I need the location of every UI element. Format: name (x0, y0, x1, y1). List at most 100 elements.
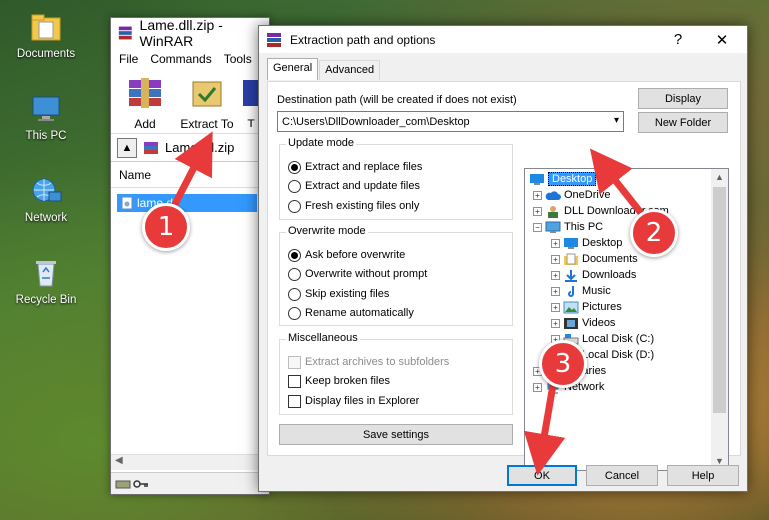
expand-icon[interactable]: + (551, 238, 560, 248)
column-name-label: Name (119, 167, 152, 182)
dll-file-icon (121, 196, 133, 210)
computer-icon (545, 221, 561, 233)
checkbox-disabled (288, 355, 301, 369)
expand-icon[interactable]: + (551, 254, 560, 264)
option-ask-before[interactable]: Ask before overwrite (288, 247, 405, 263)
expand-icon[interactable]: + (533, 382, 542, 392)
tree-node-onedrive[interactable]: + OneDrive (533, 187, 610, 203)
file-row[interactable]: lame.dll (117, 194, 257, 212)
radio-button-selected[interactable] (288, 160, 301, 174)
collapse-icon[interactable]: − (533, 222, 542, 232)
callout-badge-2: 2 (630, 209, 678, 257)
tree-node-label: Local Disk (C:) (582, 333, 655, 345)
extract-icon (192, 81, 222, 107)
tree-vertical-scrollbar[interactable]: ▲ ▼ (711, 169, 728, 470)
radio-button[interactable] (288, 287, 301, 301)
scroll-thumb[interactable] (713, 187, 726, 413)
option-overwrite-without[interactable]: Overwrite without prompt (288, 266, 427, 282)
tab-advanced[interactable]: Advanced (319, 60, 381, 80)
tree-node-pc-desktop[interactable]: + Desktop (551, 235, 622, 251)
tree-node-label: Pictures (582, 301, 622, 313)
option-extract-subfolders: Extract archives to subfolders (288, 354, 449, 370)
horizontal-scrollbar[interactable]: ◀ (111, 454, 269, 470)
menu-commands[interactable]: Commands (150, 52, 211, 66)
display-button[interactable]: Display (638, 88, 728, 109)
menu-file[interactable]: File (119, 52, 138, 66)
winrar-window: Lame.dll.zip - WinRAR File Commands Tool… (110, 17, 270, 495)
checkbox[interactable] (288, 374, 301, 388)
destination-path-value: C:\Users\DllDownloader_com\Desktop (282, 115, 470, 128)
save-settings-button[interactable]: Save settings (279, 424, 513, 445)
scroll-up-icon[interactable]: ▲ (711, 169, 728, 186)
archive-icon (144, 141, 158, 154)
desktop-icon-recycle-bin[interactable]: Recycle Bin (8, 258, 84, 306)
option-label: Extract and update files (305, 180, 420, 192)
radio-button[interactable] (288, 306, 301, 320)
expand-icon[interactable]: + (551, 302, 560, 312)
extract-to-button[interactable]: Extract To (179, 76, 235, 131)
ok-button[interactable]: OK (507, 465, 577, 486)
dialog-titlebar[interactable]: Extraction path and options ? ✕ (259, 26, 747, 53)
option-display-explorer[interactable]: Display files in Explorer (288, 393, 419, 409)
option-label: Rename automatically (305, 307, 414, 319)
menu-tools[interactable]: Tools (224, 52, 252, 66)
option-fresh-existing[interactable]: Fresh existing files only (288, 198, 419, 214)
tree-node-label: Music (582, 285, 611, 297)
archive-path[interactable]: Lame.dll.zip (165, 140, 234, 155)
radio-button[interactable] (288, 267, 301, 281)
option-rename-auto[interactable]: Rename automatically (288, 305, 414, 321)
option-label: Keep broken files (305, 375, 390, 387)
column-header-name[interactable]: Name (111, 162, 269, 188)
general-panel: Destination path (will be created if doe… (267, 81, 741, 471)
winrar-menubar: File Commands Tools (111, 48, 269, 70)
expand-icon[interactable]: + (551, 286, 560, 296)
expand-icon[interactable]: + (551, 270, 560, 280)
help-title-button[interactable]: ? (657, 26, 699, 53)
tree-node-videos[interactable]: + Videos (551, 315, 615, 331)
misc-group: Miscellaneous Extract archives to subfol… (279, 332, 513, 415)
up-folder-button[interactable]: ▲ (117, 137, 137, 158)
scroll-left-icon[interactable]: ◀ (115, 455, 123, 466)
radio-button[interactable] (288, 179, 301, 193)
tree-node-label: Downloads (582, 269, 637, 281)
option-extract-replace[interactable]: Extract and replace files (288, 159, 422, 175)
option-extract-update[interactable]: Extract and update files (288, 178, 420, 194)
radio-button[interactable] (288, 199, 301, 213)
radio-button-selected[interactable] (288, 248, 301, 262)
option-keep-broken[interactable]: Keep broken files (288, 373, 390, 389)
expand-icon[interactable]: + (533, 190, 542, 200)
arrow-up-icon: ▲ (121, 141, 133, 154)
chevron-down-icon[interactable]: ▾ (614, 115, 619, 126)
desktop-icon-label: This PC (25, 130, 67, 142)
network-icon (32, 178, 62, 202)
pictures-icon (563, 301, 579, 313)
tree-node-pictures[interactable]: + Pictures (551, 299, 622, 315)
folder-tree[interactable]: Desktop + OneDrive + DLL Downloader.com … (524, 168, 729, 471)
tree-node-music[interactable]: + Music (551, 283, 611, 299)
help-button[interactable]: Help (667, 465, 739, 486)
expand-icon[interactable]: + (551, 318, 560, 328)
close-button[interactable]: ✕ (701, 26, 743, 53)
tree-node-desktop-root[interactable]: Desktop (529, 171, 597, 187)
tree-node-label: Desktop (582, 237, 623, 249)
option-skip-existing[interactable]: Skip existing files (288, 286, 389, 302)
add-button[interactable]: Add (117, 76, 173, 131)
tree-node-this-pc[interactable]: − This PC (533, 219, 603, 235)
tree-node-downloads[interactable]: + Downloads (551, 267, 636, 283)
desktop-icon-network[interactable]: Network (8, 176, 84, 224)
destination-path-combo[interactable]: C:\Users\DllDownloader_com\Desktop ▾ (277, 111, 624, 132)
cancel-button[interactable]: Cancel (586, 465, 658, 486)
tab-general[interactable]: General (267, 58, 319, 80)
tree-node-documents[interactable]: + Documents (551, 251, 638, 267)
extraction-dialog: Extraction path and options ? ✕ General … (258, 25, 748, 492)
checkbox[interactable] (288, 394, 301, 408)
add-label: Add (134, 117, 156, 131)
status-bar (111, 472, 269, 494)
winrar-titlebar[interactable]: Lame.dll.zip - WinRAR (111, 17, 269, 49)
desktop-icon-documents[interactable]: Documents (8, 12, 84, 60)
desktop-icon-label: Documents (16, 48, 76, 60)
misc-title: Miscellaneous (286, 332, 360, 344)
expand-icon[interactable]: + (533, 206, 542, 216)
desktop-icon-this-pc[interactable]: This PC (8, 94, 84, 142)
new-folder-button[interactable]: New Folder (638, 112, 728, 133)
